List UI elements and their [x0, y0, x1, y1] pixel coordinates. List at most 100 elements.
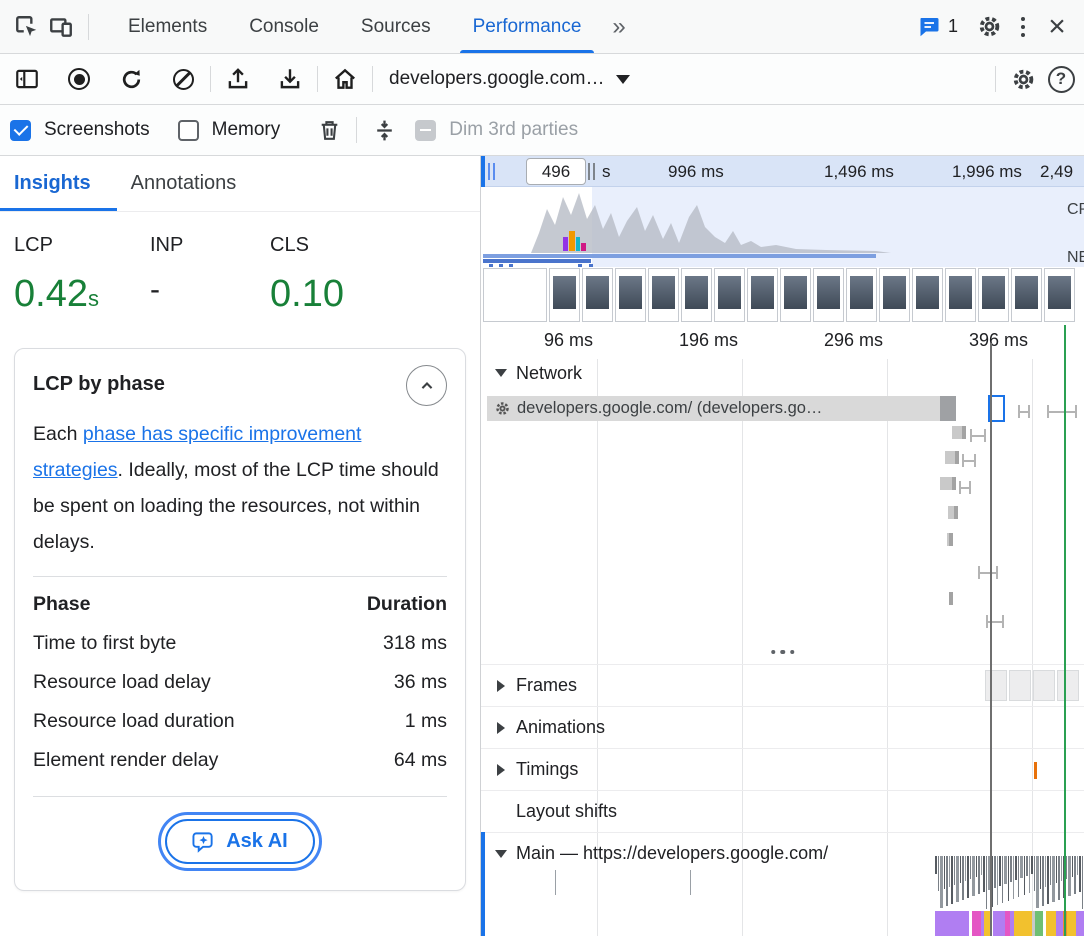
timeline-detail: 96 ms 196 ms 296 ms 396 ms Network: [481, 323, 1084, 936]
track-animations[interactable]: Animations: [481, 706, 1084, 748]
track-network-header[interactable]: Network: [481, 359, 1084, 387]
screenshot-filmstrip[interactable]: [481, 267, 1084, 323]
network-waterfall-mark: [948, 506, 958, 519]
collect-garbage-icon[interactable]: [312, 113, 346, 147]
flame-bar: [1031, 856, 1033, 874]
net-activity-bar: [483, 254, 876, 258]
metric-label: LCP: [14, 234, 150, 257]
ask-ai-button[interactable]: Ask AI: [165, 819, 315, 864]
network-waterfall-mark: [986, 615, 1004, 628]
page-history-dropdown[interactable]: developers.google.com…: [383, 64, 636, 94]
dim-third-parties-checkbox[interactable]: Dim 3rd parties: [415, 119, 578, 141]
more-tabs-chevron[interactable]: »: [602, 13, 635, 41]
ruler-tick: 296 ms: [797, 330, 883, 351]
tab-elements[interactable]: Elements: [107, 0, 228, 53]
kebab-menu-icon[interactable]: [1006, 10, 1040, 44]
overview-ruler[interactable]: 996 ms 1,496 ms 1,996 ms 2,49 496 s: [481, 156, 1084, 187]
screenshots-checkbox[interactable]: Screenshots: [10, 119, 150, 141]
description-text: Each: [33, 423, 83, 445]
network-track-body[interactable]: developers.google.com/ (developers.go…: [481, 387, 1084, 664]
column-duration: Duration: [367, 593, 447, 616]
phase-duration: 318 ms: [383, 632, 447, 655]
phase-name: Time to first byte: [33, 632, 176, 655]
filmstrip-thumbnail[interactable]: [549, 268, 580, 322]
filmstrip-thumbnail[interactable]: [582, 268, 613, 322]
flame-bar: [949, 856, 950, 887]
filmstrip-thumbnail[interactable]: [615, 268, 646, 322]
phase-name: Resource load duration: [33, 710, 235, 733]
issues-button[interactable]: 1: [917, 15, 958, 39]
selection-left-handle[interactable]: [488, 163, 495, 180]
capture-settings-gear-icon[interactable]: [1006, 62, 1040, 96]
filmstrip-thumbnail[interactable]: [780, 268, 811, 322]
checkbox-empty-icon[interactable]: [178, 120, 199, 141]
triangle-expanded-icon: [495, 369, 507, 377]
filmstrip-thumbnail[interactable]: [1044, 268, 1075, 322]
track-frames[interactable]: Frames: [481, 664, 1084, 706]
filmstrip-thumbnail[interactable]: [846, 268, 877, 322]
flame-bar: [1026, 856, 1028, 876]
timeline-overview[interactable]: 996 ms 1,496 ms 1,996 ms 2,49 496 s: [481, 156, 1084, 323]
track-frames-label: Frames: [516, 675, 577, 696]
tab-sources[interactable]: Sources: [340, 0, 452, 53]
tab-performance[interactable]: Performance: [452, 0, 603, 53]
flame-bar: [1013, 856, 1014, 899]
track-animations-label: Animations: [516, 717, 605, 738]
selection-left-edge[interactable]: [481, 156, 485, 187]
load-profile-icon[interactable]: [221, 62, 255, 96]
divider: [372, 66, 373, 92]
tab-console[interactable]: Console: [228, 0, 340, 53]
reload-and-record-icon[interactable]: [114, 62, 148, 96]
track-timings[interactable]: Timings: [481, 748, 1084, 790]
activity-segment: [972, 911, 981, 936]
network-waterfall-mark: [947, 533, 953, 546]
tab-annotations[interactable]: Annotations: [117, 156, 263, 211]
settings-gear-icon[interactable]: [972, 10, 1006, 44]
filmstrip-thumbnail[interactable]: [978, 268, 1009, 322]
filmstrip-thumbnail[interactable]: [681, 268, 712, 322]
card-title: LCP by phase: [33, 365, 165, 396]
record-button[interactable]: [62, 62, 96, 96]
overview-cpu-net[interactable]: CP NE: [481, 187, 1084, 267]
checkbox-disabled-icon: [415, 120, 436, 141]
task-tick: [690, 870, 691, 895]
filmstrip-thumbnail[interactable]: [945, 268, 976, 322]
clear-recording-icon[interactable]: [166, 62, 200, 96]
table-row: Resource load duration1 ms: [33, 702, 447, 741]
checkbox-checked-icon[interactable]: [10, 120, 31, 141]
network-resize-handle[interactable]: [767, 646, 799, 659]
filmstrip-thumbnail[interactable]: [879, 268, 910, 322]
main-flame-chart[interactable]: [935, 856, 1084, 911]
flame-bar: [1015, 856, 1017, 880]
divider: [88, 14, 89, 40]
filmstrip-thumbnail[interactable]: [648, 268, 679, 322]
filmstrip-thumbnail[interactable]: [714, 268, 745, 322]
network-waterfall-mark: [940, 477, 956, 490]
timestamp-marker: [990, 343, 992, 936]
close-icon[interactable]: ×: [1040, 10, 1074, 44]
filmstrip-thumbnail[interactable]: [1011, 268, 1042, 322]
help-icon[interactable]: ?: [1040, 62, 1074, 96]
activity-breakdown-strip[interactable]: [935, 911, 1084, 936]
options-bar: Screenshots Memory Dim 3rd parties: [0, 105, 1084, 156]
filmstrip-thumbnail[interactable]: [813, 268, 844, 322]
selection-time-box[interactable]: 496: [526, 158, 586, 185]
memory-checkbox[interactable]: Memory: [178, 119, 281, 141]
dim-third-parties-label: Dim 3rd parties: [449, 119, 578, 141]
collapse-card-button[interactable]: [406, 365, 447, 406]
flame-bar: [1042, 856, 1044, 906]
cpu-scripting-speck: [563, 237, 568, 251]
save-profile-icon[interactable]: [273, 62, 307, 96]
filmstrip-thumbnail[interactable]: [747, 268, 778, 322]
home-icon[interactable]: [328, 62, 362, 96]
collapse-sections-icon[interactable]: [367, 113, 401, 147]
network-request-chip[interactable]: developers.google.com/ (developers.go…: [487, 396, 940, 421]
device-toolbar-icon[interactable]: [44, 10, 78, 44]
inspect-element-icon[interactable]: [10, 10, 44, 44]
toggle-sidebar-icon[interactable]: [10, 62, 44, 96]
track-layout-shifts[interactable]: Layout shifts: [481, 790, 1084, 832]
tab-insights[interactable]: Insights: [0, 156, 117, 211]
ai-sparkle-icon: [192, 830, 215, 853]
selection-right-handle[interactable]: [588, 163, 595, 180]
filmstrip-thumbnail[interactable]: [912, 268, 943, 322]
